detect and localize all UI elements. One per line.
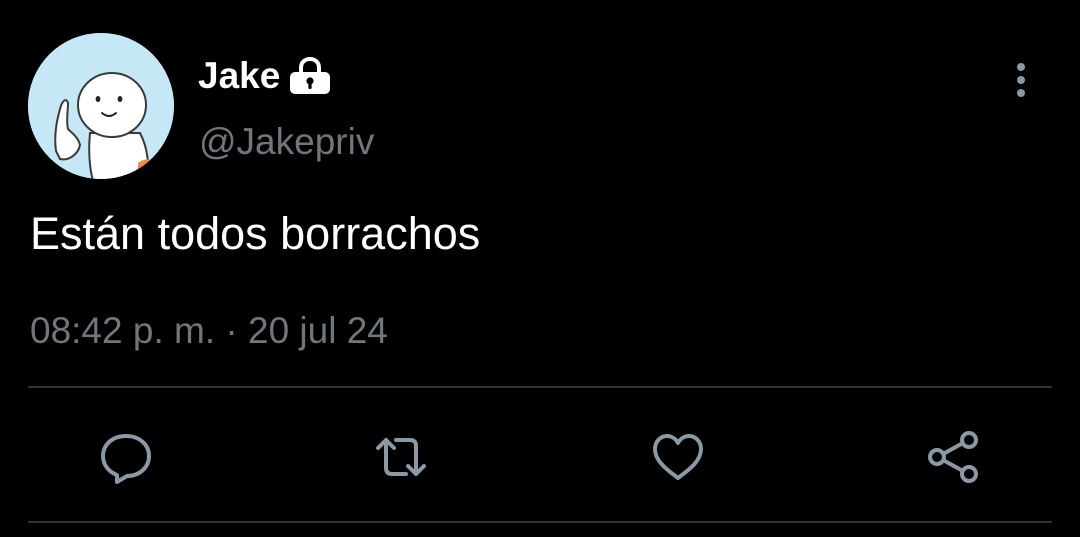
share-button[interactable] [924,428,982,486]
avatar[interactable] [28,33,174,179]
heart-icon [653,434,703,480]
author-display-name[interactable]: Jake [198,54,332,98]
divider [28,521,1052,523]
tweet-detail: Jake @Jakepriv Están todos borrachos 08:… [0,0,1080,537]
divider [28,386,1052,388]
more-vertical-icon [1017,63,1025,97]
display-name-text: Jake [198,55,281,96]
retweet-button[interactable] [372,428,430,486]
tweet-text: Están todos borrachos [30,208,481,259]
like-button[interactable] [649,428,707,486]
author-handle[interactable]: @Jakepriv [199,120,374,164]
more-options-button[interactable] [1004,60,1038,100]
avatar-image [28,33,174,179]
reply-icon [101,434,151,484]
lock-icon [288,56,332,95]
tweet-timestamp[interactable]: 08:42 p. m. · 20 jul 24 [30,309,388,353]
retweet-icon [376,438,426,476]
share-icon [928,431,978,483]
reply-button[interactable] [97,428,155,486]
